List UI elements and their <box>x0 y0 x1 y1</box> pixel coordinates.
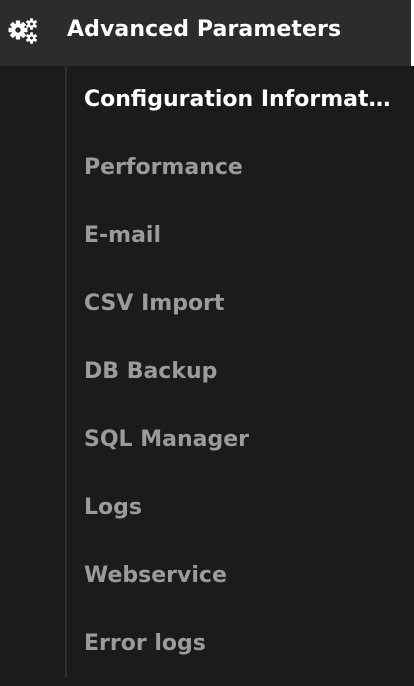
menu-header-title: Advanced Parameters <box>67 17 342 42</box>
side-menu: Advanced Parameters Configuration Inform… <box>0 0 414 686</box>
submenu-item-error-logs[interactable]: Error logs <box>84 610 399 678</box>
submenu-item-csv-import[interactable]: CSV Import <box>84 270 399 338</box>
submenu-divider <box>65 66 67 678</box>
gears-icon <box>7 17 39 45</box>
submenu-item-label: CSV Import <box>84 290 225 316</box>
submenu-item-db-backup[interactable]: DB Backup <box>84 338 399 406</box>
submenu-item-logs[interactable]: Logs <box>84 474 399 542</box>
submenu-item-label: E-mail <box>84 222 162 248</box>
submenu-list: Configuration Information Performance E-… <box>84 66 399 678</box>
submenu-item-performance[interactable]: Performance <box>84 134 399 202</box>
submenu-item-email[interactable]: E-mail <box>84 202 399 270</box>
submenu-item-label: Configuration Information <box>84 86 392 112</box>
submenu-item-label: SQL Manager <box>84 426 249 452</box>
menu-header-advanced-parameters[interactable]: Advanced Parameters <box>0 0 411 66</box>
submenu-item-label: DB Backup <box>84 358 218 384</box>
submenu-item-sql-manager[interactable]: SQL Manager <box>84 406 399 474</box>
submenu-item-configuration-information[interactable]: Configuration Information <box>84 66 399 134</box>
submenu-item-label: Error logs <box>84 630 206 656</box>
submenu-item-label: Performance <box>84 154 243 180</box>
submenu-item-label: Logs <box>84 494 142 520</box>
submenu-item-webservice[interactable]: Webservice <box>84 542 399 610</box>
submenu-item-label: Webservice <box>84 562 227 588</box>
